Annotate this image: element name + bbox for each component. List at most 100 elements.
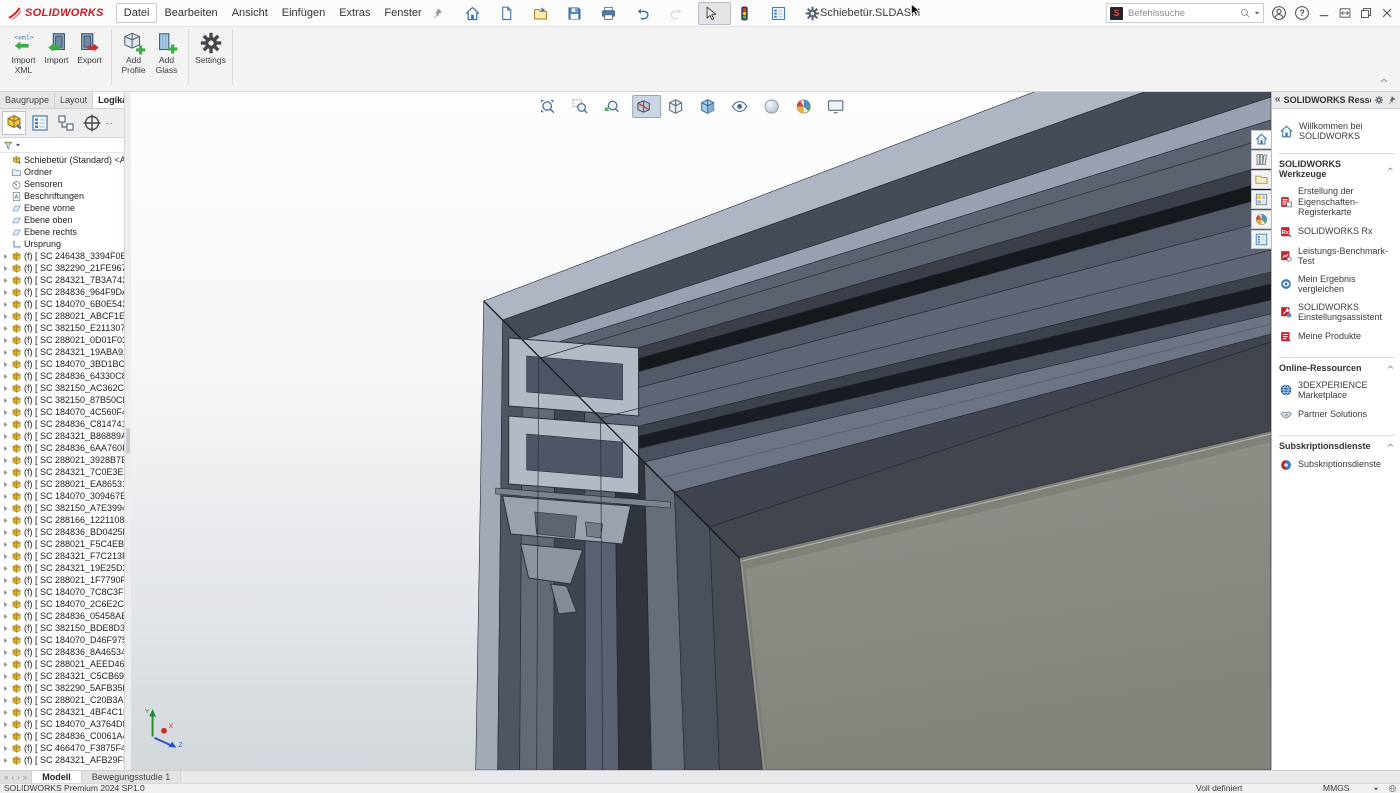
expand-arrow-icon[interactable] — [2, 745, 9, 752]
tree-part-item[interactable]: (f) [ SC 284321_B86889A8-F467- — [0, 430, 131, 442]
tree-item[interactable]: Ordner — [0, 166, 131, 178]
model-tab[interactable]: Modell — [32, 771, 82, 783]
resource-link[interactable]: Partner Solutions — [1279, 408, 1395, 422]
expand-arrow-icon[interactable] — [2, 721, 9, 728]
welcome-link[interactable]: Willkommen bei SOLIDWORKS — [1279, 121, 1395, 141]
expand-arrow-icon[interactable] — [2, 733, 9, 740]
task-pane-pin-icon[interactable] — [1387, 95, 1397, 105]
ribbon-button[interactable]: Add Profile — [117, 29, 150, 77]
tab-featuremanager[interactable] — [2, 111, 26, 135]
toolbar-button[interactable] — [596, 2, 629, 25]
toolbar-button[interactable] — [800, 2, 833, 25]
tree-item[interactable]: Ursprung — [0, 238, 131, 250]
ribbon-collapse-icon[interactable] — [1378, 75, 1390, 87]
resource-link[interactable]: Leistungs-Benchmark-Test — [1279, 246, 1395, 267]
task-pane-tab[interactable] — [1251, 130, 1271, 149]
menu-item[interactable]: Datei — [116, 3, 158, 23]
headsup-button[interactable] — [792, 95, 821, 118]
command-tab[interactable]: Baugruppe — [0, 92, 55, 108]
expand-arrow-icon[interactable] — [2, 649, 9, 656]
toolbar-button[interactable] — [664, 2, 697, 25]
tree-part-item[interactable]: (f) [ SC 382150_87B50CEA-905B — [0, 394, 131, 406]
tree-part-item[interactable]: (f) [ SC 284321_19ABA920-F0E3- — [0, 346, 131, 358]
toolbar-button[interactable] — [562, 2, 595, 25]
tree-part-item[interactable]: (f) [ SC 288021_3928B7E1-47F2~ — [0, 454, 131, 466]
tree-item[interactable]: Ebene vorne — [0, 202, 131, 214]
task-pane-tab[interactable] — [1251, 170, 1271, 189]
section-header[interactable]: Subskriptionsdienste — [1279, 441, 1395, 451]
ribbon-button[interactable]: Settings — [194, 29, 227, 68]
window-minimize-button[interactable] — [1317, 6, 1331, 20]
manager-tabs-overflow[interactable]: ·· — [106, 118, 114, 128]
tree-part-item[interactable]: (f) [ SC 466470_F3875F48-04D3~ — [0, 742, 131, 754]
tree-part-item[interactable]: (f) [ SC 382150_BDE8D3B4-4F4D — [0, 622, 131, 634]
toolbar-button[interactable] — [732, 2, 765, 25]
task-pane-tab[interactable] — [1251, 210, 1271, 229]
tree-part-item[interactable]: (f) [ SC 382150_AC362CA9-B1E4 — [0, 382, 131, 394]
expand-arrow-icon[interactable] — [2, 301, 9, 308]
tree-part-item[interactable]: (f) [ SC 284321_F7C213F0-44D2~ — [0, 550, 131, 562]
toolbar-button[interactable] — [630, 2, 663, 25]
toolbar-button[interactable] — [698, 2, 731, 25]
menu-pin-icon[interactable] — [432, 7, 444, 19]
tree-part-item[interactable]: (f) [ SC 284836_C0061A4F-FEB6- — [0, 730, 131, 742]
model-3d[interactable] — [131, 92, 1271, 770]
tree-part-item[interactable]: (f) [ SC 184070_A3764D80-0CEF — [0, 718, 131, 730]
ribbon-button[interactable]: Add Glass — [150, 29, 183, 77]
headsup-button[interactable] — [568, 95, 597, 118]
expand-arrow-icon[interactable] — [2, 313, 9, 320]
window-fullscreen-button[interactable] — [1338, 6, 1352, 20]
window-restore-button[interactable] — [1359, 6, 1373, 20]
menu-item[interactable]: Einfügen — [275, 4, 332, 22]
model-tab[interactable]: Bewegungsstudie 1 — [82, 771, 182, 783]
tree-item[interactable]: Ebene rechts — [0, 226, 131, 238]
tab-scroll-next-icon[interactable]: › — [17, 773, 20, 782]
command-search-box[interactable]: S — [1106, 3, 1264, 23]
resource-link[interactable]: Meine Produkte — [1279, 330, 1395, 344]
task-pane-tab[interactable] — [1251, 230, 1271, 249]
tab-dimxpertmanager[interactable] — [80, 111, 104, 135]
splitter-handle[interactable] — [126, 428, 130, 454]
chevron-up-icon[interactable] — [1386, 363, 1395, 372]
tree-part-item[interactable]: (f) [ SC 284836_C8147416-630E~ — [0, 418, 131, 430]
graphics-viewport[interactable]: Y Z X — [131, 92, 1271, 770]
tree-part-item[interactable]: (f) [ SC 284836_964F9DA8-BAFE — [0, 286, 131, 298]
menu-item[interactable]: Fenster — [377, 4, 428, 22]
ribbon-button[interactable]: <xml> Import XML — [7, 29, 40, 77]
task-pane-options-icon[interactable] — [1374, 95, 1384, 105]
tree-part-item[interactable]: (f) [ SC 184070_3BD1BCE5-28A2 — [0, 358, 131, 370]
ribbon-button[interactable]: Export — [73, 29, 106, 68]
tree-part-item[interactable]: (f) [ SC 288021_0D01F03D-6DC3 — [0, 334, 131, 346]
toolbar-button[interactable] — [528, 2, 561, 25]
expand-arrow-icon[interactable] — [2, 385, 9, 392]
tree-part-item[interactable]: (f) [ SC 284836_05458AE0-B4F5~ — [0, 610, 131, 622]
menu-item[interactable]: Bearbeiten — [157, 4, 224, 22]
section-header[interactable]: Online-Ressourcen — [1279, 363, 1395, 373]
window-close-button[interactable] — [1380, 6, 1394, 20]
tree-part-item[interactable]: (f) [ SC 382150_A7E39940-7C2A — [0, 502, 131, 514]
expand-arrow-icon[interactable] — [2, 277, 9, 284]
menu-item[interactable]: Ansicht — [225, 4, 275, 22]
tree-part-item[interactable]: (f) [ SC 284836_6AA760F1-E319- — [0, 442, 131, 454]
task-pane-tab[interactable] — [1251, 150, 1271, 169]
tab-scroll-last-icon[interactable]: » — [23, 773, 27, 782]
resource-link[interactable]: Subskriptionsdienste — [1279, 458, 1395, 472]
tree-part-item[interactable]: (f) [ SC 284321_AFB29FDB-C149 — [0, 754, 131, 766]
expand-arrow-icon[interactable] — [2, 589, 9, 596]
tree-root-item[interactable]: Schiebetür (Standard) <Anzeigestat — [0, 154, 131, 166]
expand-arrow-icon[interactable] — [2, 433, 9, 440]
tree-part-item[interactable]: (f) [ SC 288021_EA865315-DA4D — [0, 478, 131, 490]
status-units[interactable]: MMGS — [1323, 784, 1379, 793]
toolbar-button[interactable] — [494, 2, 527, 25]
expand-arrow-icon[interactable] — [2, 709, 9, 716]
expand-arrow-icon[interactable] — [2, 553, 9, 560]
expand-arrow-icon[interactable] — [2, 757, 9, 764]
search-icon[interactable] — [1239, 7, 1251, 19]
headsup-button[interactable] — [696, 95, 725, 118]
tree-part-item[interactable]: (f) [ SC 288021_1F7790FE-99D4~ — [0, 574, 131, 586]
menu-item[interactable]: Extras — [332, 4, 377, 22]
expand-arrow-icon[interactable] — [2, 337, 9, 344]
expand-arrow-icon[interactable] — [2, 373, 9, 380]
tab-scroll-prev-icon[interactable]: ‹ — [11, 773, 14, 782]
ribbon-button[interactable]: Import — [40, 29, 73, 68]
